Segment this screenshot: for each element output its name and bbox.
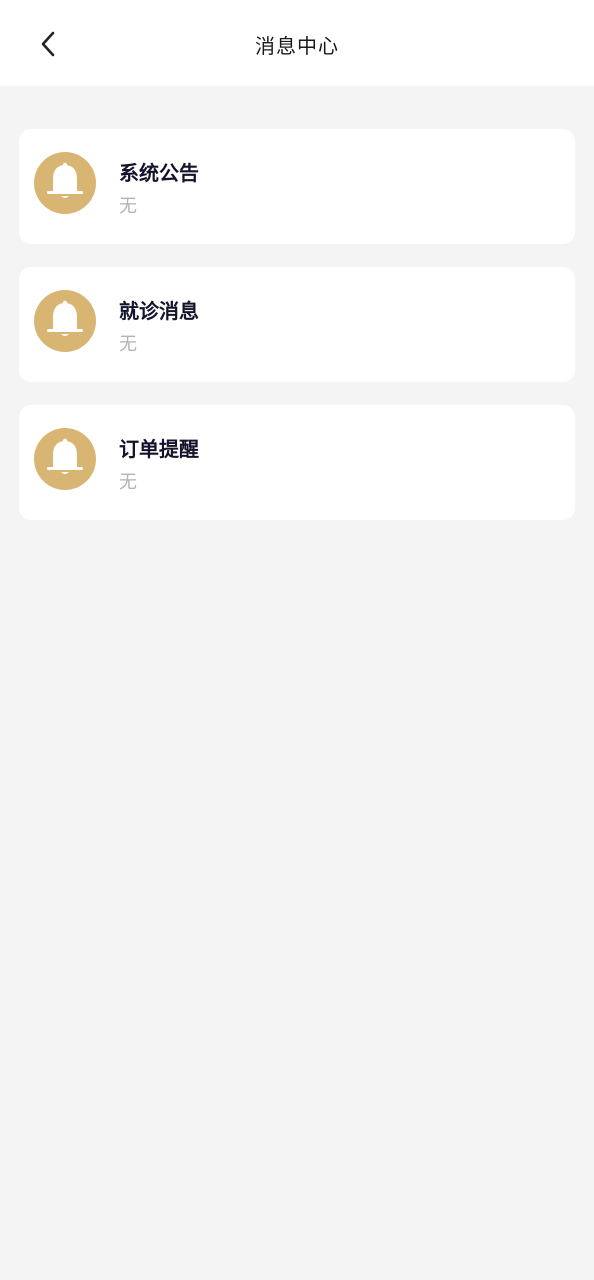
bell-avatar bbox=[34, 290, 96, 352]
bell-icon bbox=[47, 162, 83, 198]
bell-icon bbox=[47, 438, 83, 474]
message-title: 订单提醒 bbox=[119, 437, 199, 461]
message-item-visit[interactable]: 就诊消息 无 bbox=[19, 267, 575, 382]
bell-icon bbox=[47, 300, 83, 336]
message-title: 系统公告 bbox=[119, 161, 199, 185]
message-preview: 无 bbox=[119, 334, 137, 355]
header: 消息中心 bbox=[0, 0, 594, 86]
message-title: 就诊消息 bbox=[119, 299, 199, 323]
message-item-system-announcement[interactable]: 系统公告 无 bbox=[19, 129, 575, 244]
page-title: 消息中心 bbox=[255, 34, 339, 58]
message-preview: 无 bbox=[119, 472, 137, 493]
bell-avatar bbox=[34, 152, 96, 214]
message-item-order[interactable]: 订单提醒 无 bbox=[19, 405, 575, 520]
message-list: 系统公告 无 就诊消息 无 订单提醒 无 bbox=[0, 86, 594, 520]
bell-avatar bbox=[34, 428, 96, 490]
message-preview: 无 bbox=[119, 196, 137, 217]
